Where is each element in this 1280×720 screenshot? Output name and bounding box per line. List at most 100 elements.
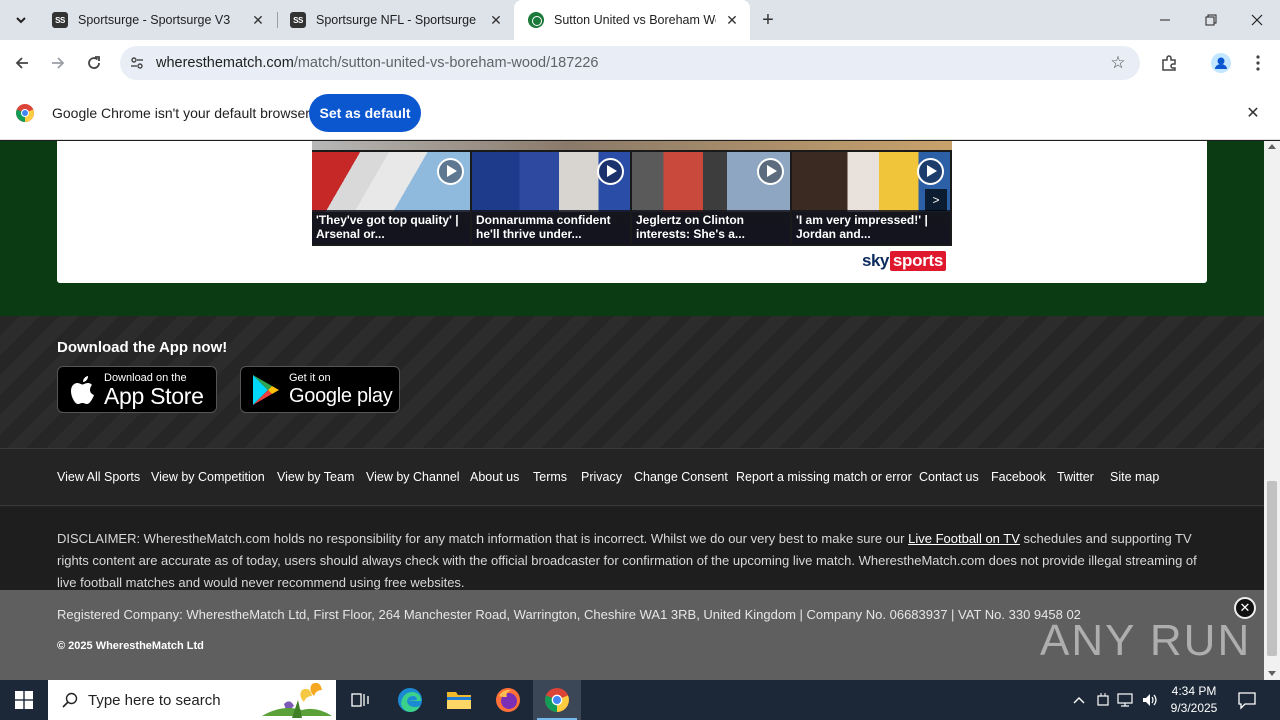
footer-link-report-missing-match[interactable]: Report a missing match or error <box>736 470 912 484</box>
video-caption: 'They've got top quality' | Arsenal or..… <box>312 210 470 244</box>
video-caption: Donnarumma confident he'll thrive under.… <box>472 210 630 244</box>
bookmark-star-icon[interactable]: ☆ <box>1108 53 1128 73</box>
play-icon[interactable] <box>917 158 944 185</box>
folder-icon <box>447 692 471 709</box>
google-play-button[interactable]: Get it on Google play <box>240 366 400 413</box>
show-hidden-icons-chevron-up-icon[interactable] <box>1070 691 1088 709</box>
tab-title: Sportsurge NFL - Sportsurge <box>316 13 477 27</box>
watermark-text: ANY RUN <box>1040 616 1252 665</box>
restore-button[interactable] <box>1188 0 1234 40</box>
search-highlight-decoration-icon <box>262 682 332 718</box>
disclaimer-before-link: DISCLAIMER: WherestheMatch.com holds no … <box>57 531 909 546</box>
firefox-taskbar-button[interactable] <box>484 680 532 720</box>
chrome-icon <box>545 688 569 712</box>
network-icon[interactable] <box>1117 691 1135 709</box>
footer-link-view-by-channel[interactable]: View by Channel <box>366 470 460 484</box>
notification-icon <box>1238 692 1256 710</box>
set-as-default-button[interactable]: Set as default <box>309 94 421 132</box>
tab-sportsurge-v3[interactable]: SS Sportsurge - Sportsurge V3 ✕ <box>38 0 276 40</box>
close-window-button[interactable] <box>1234 0 1280 40</box>
app-store-big-text: App Store <box>104 382 204 409</box>
edge-icon <box>398 688 422 712</box>
minimize-button[interactable] <box>1142 0 1188 40</box>
footer-links: View All Sports View by Competition View… <box>0 448 1264 506</box>
page-scrollbar[interactable] <box>1264 141 1280 680</box>
back-button[interactable] <box>8 49 36 77</box>
forward-button[interactable] <box>44 49 72 77</box>
app-section-title: Download the App now! <box>57 339 228 356</box>
footer-link-contact-us[interactable]: Contact us <box>919 470 979 484</box>
play-icon[interactable] <box>437 158 464 185</box>
file-explorer-taskbar-button[interactable] <box>435 680 483 720</box>
notification-center-button[interactable] <box>1236 689 1258 711</box>
chrome-taskbar-button[interactable] <box>533 680 581 720</box>
app-store-small-text: Download on the <box>104 371 187 384</box>
system-clock[interactable]: 4:34 PM 9/3/2025 <box>1164 683 1224 717</box>
windows-logo-icon <box>15 691 33 709</box>
footer-link-change-consent[interactable]: Change Consent <box>634 470 728 484</box>
footer-link-terms[interactable]: Terms <box>533 470 567 484</box>
video-thumbnail[interactable]: Donnarumma confident he'll thrive under.… <box>472 152 630 244</box>
close-tab-icon[interactable]: ✕ <box>250 12 266 28</box>
taskbar-search-box[interactable]: Type here to search <box>48 680 336 720</box>
video-caption: Jeglertz on Clinton interests: She's a..… <box>632 210 790 244</box>
sports-logo-text: sports <box>889 251 947 271</box>
device-icon[interactable] <box>1094 691 1112 709</box>
puzzle-icon <box>1162 55 1176 71</box>
address-bar[interactable]: wheresthematch.com/match/sutton-united-v… <box>120 46 1140 80</box>
close-tab-icon[interactable]: ✕ <box>488 12 504 28</box>
footer-link-view-by-team[interactable]: View by Team <box>277 470 354 484</box>
extensions-button[interactable] <box>1157 51 1181 75</box>
edge-taskbar-button[interactable] <box>386 680 434 720</box>
video-thumbnail[interactable]: Jeglertz on Clinton interests: She's a..… <box>632 152 790 244</box>
close-infobar-icon[interactable]: ✕ <box>1243 103 1263 123</box>
tab-sutton-united[interactable]: Sutton United vs Boreham Woo ✕ <box>514 0 750 40</box>
profile-button[interactable] <box>1209 51 1233 75</box>
google-play-icon <box>253 374 279 405</box>
start-button[interactable] <box>0 680 48 720</box>
scrollbar-thumb[interactable] <box>1267 481 1277 656</box>
task-view-button[interactable] <box>336 680 384 720</box>
footer-link-privacy[interactable]: Privacy <box>581 470 622 484</box>
chevron-down-icon <box>16 17 26 24</box>
video-carousel: 'They've got top quality' | Arsenal or..… <box>312 141 952 246</box>
menu-button[interactable] <box>1246 51 1270 75</box>
video-thumbnail[interactable]: 'They've got top quality' | Arsenal or..… <box>312 152 470 244</box>
play-icon[interactable] <box>597 158 624 185</box>
clock-time: 4:34 PM <box>1171 684 1217 698</box>
chrome-logo-icon <box>16 104 34 122</box>
sky-sports-logo: sky sports <box>862 251 947 271</box>
site-info-icon[interactable] <box>126 52 148 74</box>
carousel-next-button[interactable]: > <box>925 189 947 211</box>
footer-link-twitter[interactable]: Twitter <box>1057 470 1094 484</box>
close-tab-icon[interactable]: ✕ <box>724 12 740 28</box>
footer-link-view-all-sports[interactable]: View All Sports <box>57 470 140 484</box>
new-tab-button[interactable]: + <box>756 8 780 32</box>
scroll-down-arrow-icon[interactable] <box>1268 671 1276 676</box>
footer-link-facebook[interactable]: Facebook <box>991 470 1046 484</box>
copyright-text: © 2025 WherestheMatch Ltd <box>57 640 204 652</box>
reload-button[interactable] <box>80 49 108 77</box>
footer-link-view-by-competition[interactable]: View by Competition <box>151 470 265 484</box>
video-card: 'They've got top quality' | Arsenal or..… <box>57 141 1207 283</box>
footer-link-about-us[interactable]: About us <box>470 470 519 484</box>
tab-search-button[interactable] <box>8 7 34 33</box>
volume-icon[interactable] <box>1141 691 1159 709</box>
registered-company-text: Registered Company: WherestheMatch Ltd, … <box>57 607 1081 622</box>
url-domain: wheresthematch.com <box>156 55 294 71</box>
infobar-message: Google Chrome isn't your default browser <box>52 105 310 121</box>
profile-icon <box>1211 53 1231 73</box>
url-text: wheresthematch.com/match/sutton-united-v… <box>156 55 598 71</box>
anyrun-watermark: ANY RUN <box>1040 611 1251 671</box>
tab-sportsurge-nfl[interactable]: SS Sportsurge NFL - Sportsurge ✕ <box>276 0 514 40</box>
play-icon[interactable] <box>757 158 784 185</box>
footer-link-site-map[interactable]: Site map <box>1110 470 1159 484</box>
apple-icon <box>71 375 94 404</box>
app-store-button[interactable]: Download on the App Store <box>57 366 217 413</box>
scroll-up-arrow-icon[interactable] <box>1268 144 1276 149</box>
browser-toolbar: wheresthematch.com/match/sutton-united-v… <box>0 40 1280 86</box>
featured-video-edge <box>312 141 952 150</box>
kebab-menu-icon <box>1256 55 1260 71</box>
google-play-big-text: Google play <box>289 384 393 407</box>
live-football-link[interactable]: Live Football on TV <box>908 531 1020 546</box>
